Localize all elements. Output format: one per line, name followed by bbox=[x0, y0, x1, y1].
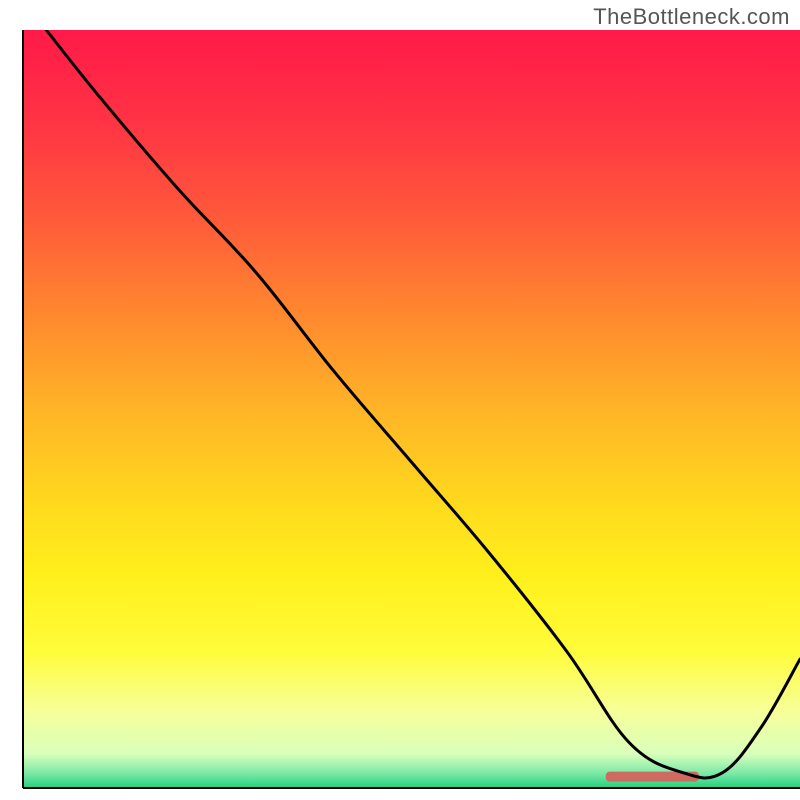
bottleneck-chart bbox=[0, 0, 800, 800]
chart-stage: TheBottleneck.com bbox=[0, 0, 800, 800]
